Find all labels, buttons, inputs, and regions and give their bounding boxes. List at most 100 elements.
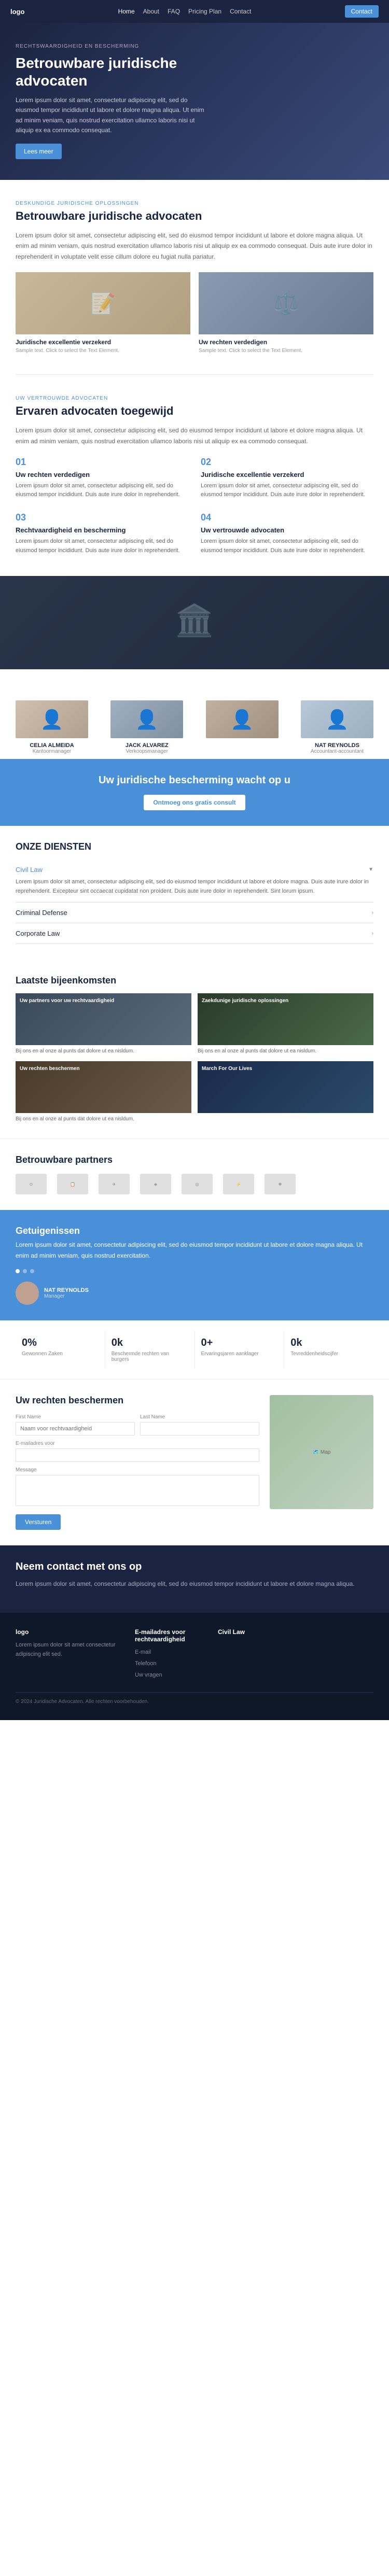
form-title: Uw rechten beschermen: [16, 1395, 259, 1406]
events-section: Laatste bijeenkomsten Uw partners voor u…: [0, 960, 389, 1138]
footer-col1-title: E-mailadres voor rechtvaardigheid: [135, 1628, 207, 1643]
service-header-1[interactable]: Civil Law ▼: [16, 866, 373, 874]
firstname-input[interactable]: [16, 1422, 135, 1435]
form-submit-button[interactable]: Versturen: [16, 1514, 61, 1530]
team-card-4: 👤 NAT REYNOLDS Accountant-accountant: [301, 700, 373, 738]
card2-label: Uw rechten verdedigen: [199, 339, 373, 346]
service-header-2[interactable]: Criminal Defense ›: [16, 909, 373, 917]
deskundige-section: DESKUNDIGE JURIDISCHE OPLOSSINGEN Betrou…: [0, 180, 389, 374]
team-role-2: Verkoopsmanager: [110, 749, 183, 754]
advocate-num-3: 03: [16, 512, 188, 523]
partner-icon-7: ❋: [279, 1182, 282, 1187]
nav-logo[interactable]: logo: [10, 8, 24, 16]
hero-title: Betrouwbare juridische advocaten: [16, 54, 213, 89]
firstname-label: First Name: [16, 1414, 135, 1420]
team-card-1: 👤 CELIA ALMEIDA Kantoormanager: [16, 700, 88, 738]
partners-grid: ⊙ 📋 ✈ ◈ ◎ ⚡ ❋: [16, 1174, 373, 1194]
footer-link-phone[interactable]: Telefoon: [135, 1659, 207, 1669]
dot-1[interactable]: [16, 1269, 20, 1273]
nav-home[interactable]: Home: [118, 8, 135, 15]
advocates-tag: UW VERTROUWDE ADVOCATEN: [16, 396, 373, 401]
building-content: 🏛️: [16, 602, 373, 644]
stat-num-4: 0k: [290, 1337, 367, 1349]
event-card-1: Uw partners voor uw rechtvaardigheid Bij…: [16, 993, 191, 1055]
hero-tag: RECHTSWAARDIGHEID EN BESCHERMING: [16, 44, 213, 49]
card1-sample: Sample text. Click to select the Text El…: [16, 348, 190, 354]
email-label: E-mailadres voor: [16, 1441, 259, 1446]
nav-contact[interactable]: Contact: [230, 8, 251, 15]
partner-icon-6: ⚡: [236, 1182, 241, 1187]
event-title-1: Uw partners voor uw rechtvaardigheid: [20, 997, 114, 1005]
testimonial-info: NAT REYNOLDS Manager: [44, 1287, 89, 1299]
form-section: Uw rechten beschermen First Name Last Na…: [0, 1380, 389, 1545]
service-name-1: Civil Law: [16, 866, 43, 874]
team-role-1: Kantoormanager: [16, 749, 88, 754]
nav-faq[interactable]: FAQ: [168, 8, 180, 15]
advocates-title: Ervaren advocaten toegewijd: [16, 404, 373, 418]
lastname-input[interactable]: [140, 1422, 259, 1435]
advocate-item-2: 02 Juridische excellentie verzekerd Lore…: [201, 457, 373, 500]
footer-link-questions[interactable]: Uw vragen: [135, 1671, 207, 1680]
stat-label-4: Tevreddenheidscijfer: [290, 1351, 367, 1357]
form-row-2: E-mailadres voor: [16, 1441, 259, 1462]
footer-col-2: Civil Law: [218, 1628, 290, 1682]
partner-logo-1: ⊙: [16, 1174, 47, 1194]
map-placeholder: 🗺️ Map: [270, 1395, 373, 1509]
advocate-text-1: Lorem ipsum dolor sit amet, consectetur …: [16, 482, 188, 500]
advocate-text-2: Lorem ipsum dolor sit amet, consectetur …: [201, 482, 373, 500]
testimonial-role: Manager: [44, 1293, 89, 1299]
advocate-num-4: 04: [201, 512, 373, 523]
team-avatar-2: 👤: [110, 700, 183, 738]
stat-label-1: Gewonnen Zaken: [22, 1351, 99, 1357]
email-input[interactable]: [16, 1448, 259, 1462]
stat-num-2: 0k: [112, 1337, 188, 1349]
advocate-title-4: Uw vertrouwde advocaten: [201, 526, 373, 534]
stats-section: 0% Gewonnen Zaken 0k Beschermde rechten …: [0, 1320, 389, 1380]
deskundige-text: Lorem ipsum dolor sit amet, consectetur …: [16, 230, 373, 262]
events-grid: Uw partners voor uw rechtvaardigheid Bij…: [16, 993, 373, 1123]
partner-icon-2: 📋: [70, 1182, 75, 1187]
advocate-title-2: Juridische excellentie verzekerd: [201, 471, 373, 478]
nav-about[interactable]: About: [143, 8, 159, 15]
dot-3[interactable]: [30, 1269, 34, 1273]
chevron-down-icon-2: ›: [372, 910, 373, 916]
advocate-title-1: Uw rechten verdedigen: [16, 471, 188, 478]
service-name-3: Corporate Law: [16, 930, 60, 937]
footer-cta-title: Neem contact met ons op: [16, 1561, 373, 1573]
stat-item-4: 0k Tevreddenheidscijfer: [284, 1331, 373, 1369]
message-textarea[interactable]: [16, 1475, 259, 1506]
stat-item-1: 0% Gewonnen Zaken: [16, 1331, 105, 1369]
stat-item-2: 0k Beschermde rechten van burgers: [105, 1331, 195, 1369]
dot-2[interactable]: [23, 1269, 27, 1273]
deskundige-title: Betrouwbare juridische advocaten: [16, 209, 373, 223]
event-img-4: March For Our Lives: [198, 1061, 373, 1113]
partner-icon-4: ◈: [154, 1182, 157, 1187]
footer-link-email[interactable]: E-mail: [135, 1648, 207, 1657]
partner-logo-5: ◎: [182, 1174, 213, 1194]
testimonial-text: Lorem ipsum dolor sit amet, consectetur …: [16, 1240, 373, 1261]
advocate-num-1: 01: [16, 457, 188, 468]
service-item-1: Civil Law ▼ Lorem ipsum dolor sit amet, …: [16, 860, 373, 903]
event-title-4: March For Our Lives: [202, 1065, 252, 1073]
team-avatar-4: 👤: [301, 700, 373, 738]
map-icon: 🗺️ Map: [313, 1449, 331, 1455]
advocate-item-1: 01 Uw rechten verdedigen Lorem ipsum dol…: [16, 457, 188, 500]
cta-button[interactable]: Ontmoeg ons gratis consult: [144, 795, 245, 810]
event-desc-2: Bij ons en al onze al punts dat dolore u…: [198, 1047, 373, 1055]
event-img-2: Zaekdunige juridische oplossingen: [198, 993, 373, 1045]
testimonial-name: NAT REYNOLDS: [44, 1287, 89, 1293]
team-name-4: NAT REYNOLDS: [301, 742, 373, 749]
advocate-num-2: 02: [201, 457, 373, 468]
testimonials-title: Getuigenissen: [16, 1226, 373, 1236]
nav-cta-button[interactable]: Contact: [345, 5, 379, 18]
hero-cta-button[interactable]: Lees meer: [16, 144, 62, 159]
event-card-3: Uw rechten beschermen Bij ons en al onze…: [16, 1061, 191, 1123]
partners-title: Betrouwbare partners: [16, 1155, 373, 1165]
nav-pricing[interactable]: Pricing Plan: [188, 8, 221, 15]
testimonial-avatar: [16, 1282, 39, 1305]
service-item-2: Criminal Defense ›: [16, 903, 373, 923]
service-header-3[interactable]: Corporate Law ›: [16, 930, 373, 937]
advocate-text-3: Lorem ipsum dolor sit amet, consectetur …: [16, 537, 188, 555]
image-cards: 📝 Juridische excellentie verzekerd Sampl…: [16, 272, 373, 354]
testimonial-dots: [16, 1269, 373, 1273]
